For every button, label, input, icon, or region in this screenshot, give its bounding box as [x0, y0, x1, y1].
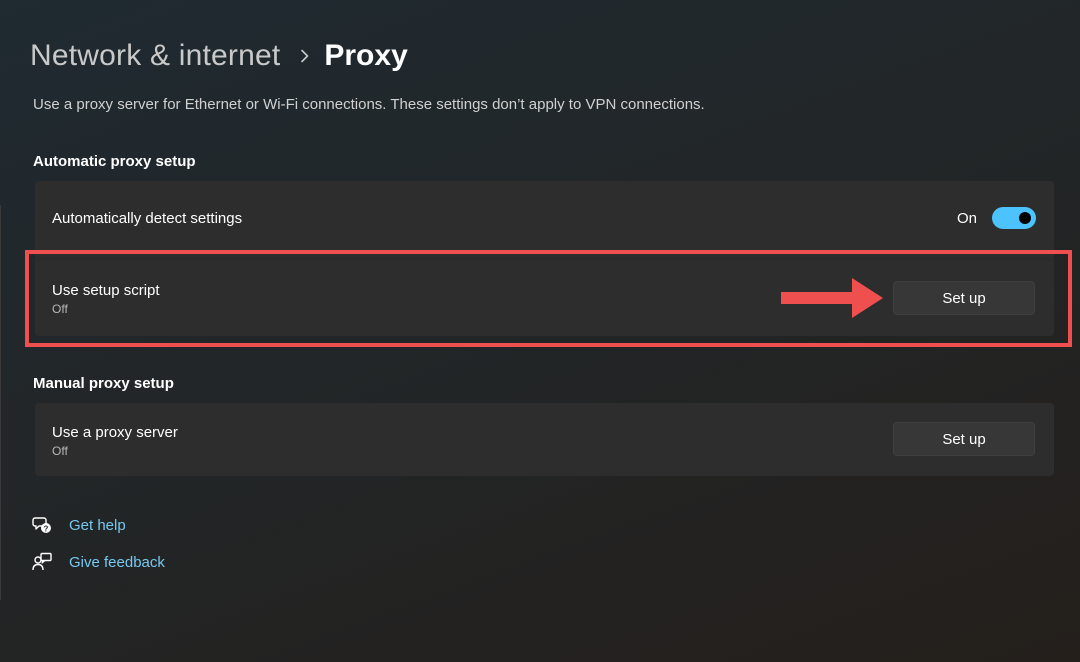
proxy-server-label: Use a proxy server [52, 424, 178, 441]
section-title-automatic-proxy: Automatic proxy setup [33, 153, 196, 170]
give-feedback-link[interactable]: Give feedback [69, 554, 165, 571]
automatic-proxy-card: Automatically detect settings On Use set… [35, 181, 1054, 336]
section-title-manual-proxy: Manual proxy setup [33, 375, 174, 392]
auto-detect-toggle[interactable] [992, 207, 1036, 229]
auto-detect-state-text: On [957, 210, 978, 227]
breadcrumb-parent-network-internet[interactable]: Network & internet [30, 39, 280, 73]
setup-script-label: Use setup script [52, 282, 160, 299]
window-edge-divider [0, 205, 1, 600]
help-chat-icon: ? [32, 515, 52, 535]
get-help-link[interactable]: Get help [69, 517, 126, 534]
breadcrumb: Network & internet Proxy [30, 36, 408, 76]
svg-text:?: ? [44, 525, 49, 534]
proxy-server-setup-button[interactable]: Set up [893, 422, 1035, 456]
feedback-icon [32, 552, 52, 572]
proxy-server-status: Off [52, 444, 68, 458]
manual-proxy-card: Use a proxy server Off Set up [35, 403, 1054, 476]
setup-script-setup-button[interactable]: Set up [893, 281, 1035, 315]
setup-script-status: Off [52, 302, 68, 316]
auto-detect-label: Automatically detect settings [52, 210, 243, 227]
chevron-right-icon [300, 49, 310, 63]
give-feedback-link-row[interactable]: Give feedback [32, 552, 165, 572]
page-description: Use a proxy server for Ethernet or Wi-Fi… [33, 96, 705, 113]
get-help-link-row[interactable]: ? Get help [32, 515, 126, 535]
page-title: Proxy [324, 39, 408, 72]
toggle-knob [1019, 212, 1031, 224]
setting-row-proxy-server: Use a proxy server Off Set up [35, 403, 1054, 476]
setting-row-auto-detect: Automatically detect settings On [35, 181, 1054, 257]
setting-row-setup-script: Use setup script Off Set up [35, 261, 1054, 336]
